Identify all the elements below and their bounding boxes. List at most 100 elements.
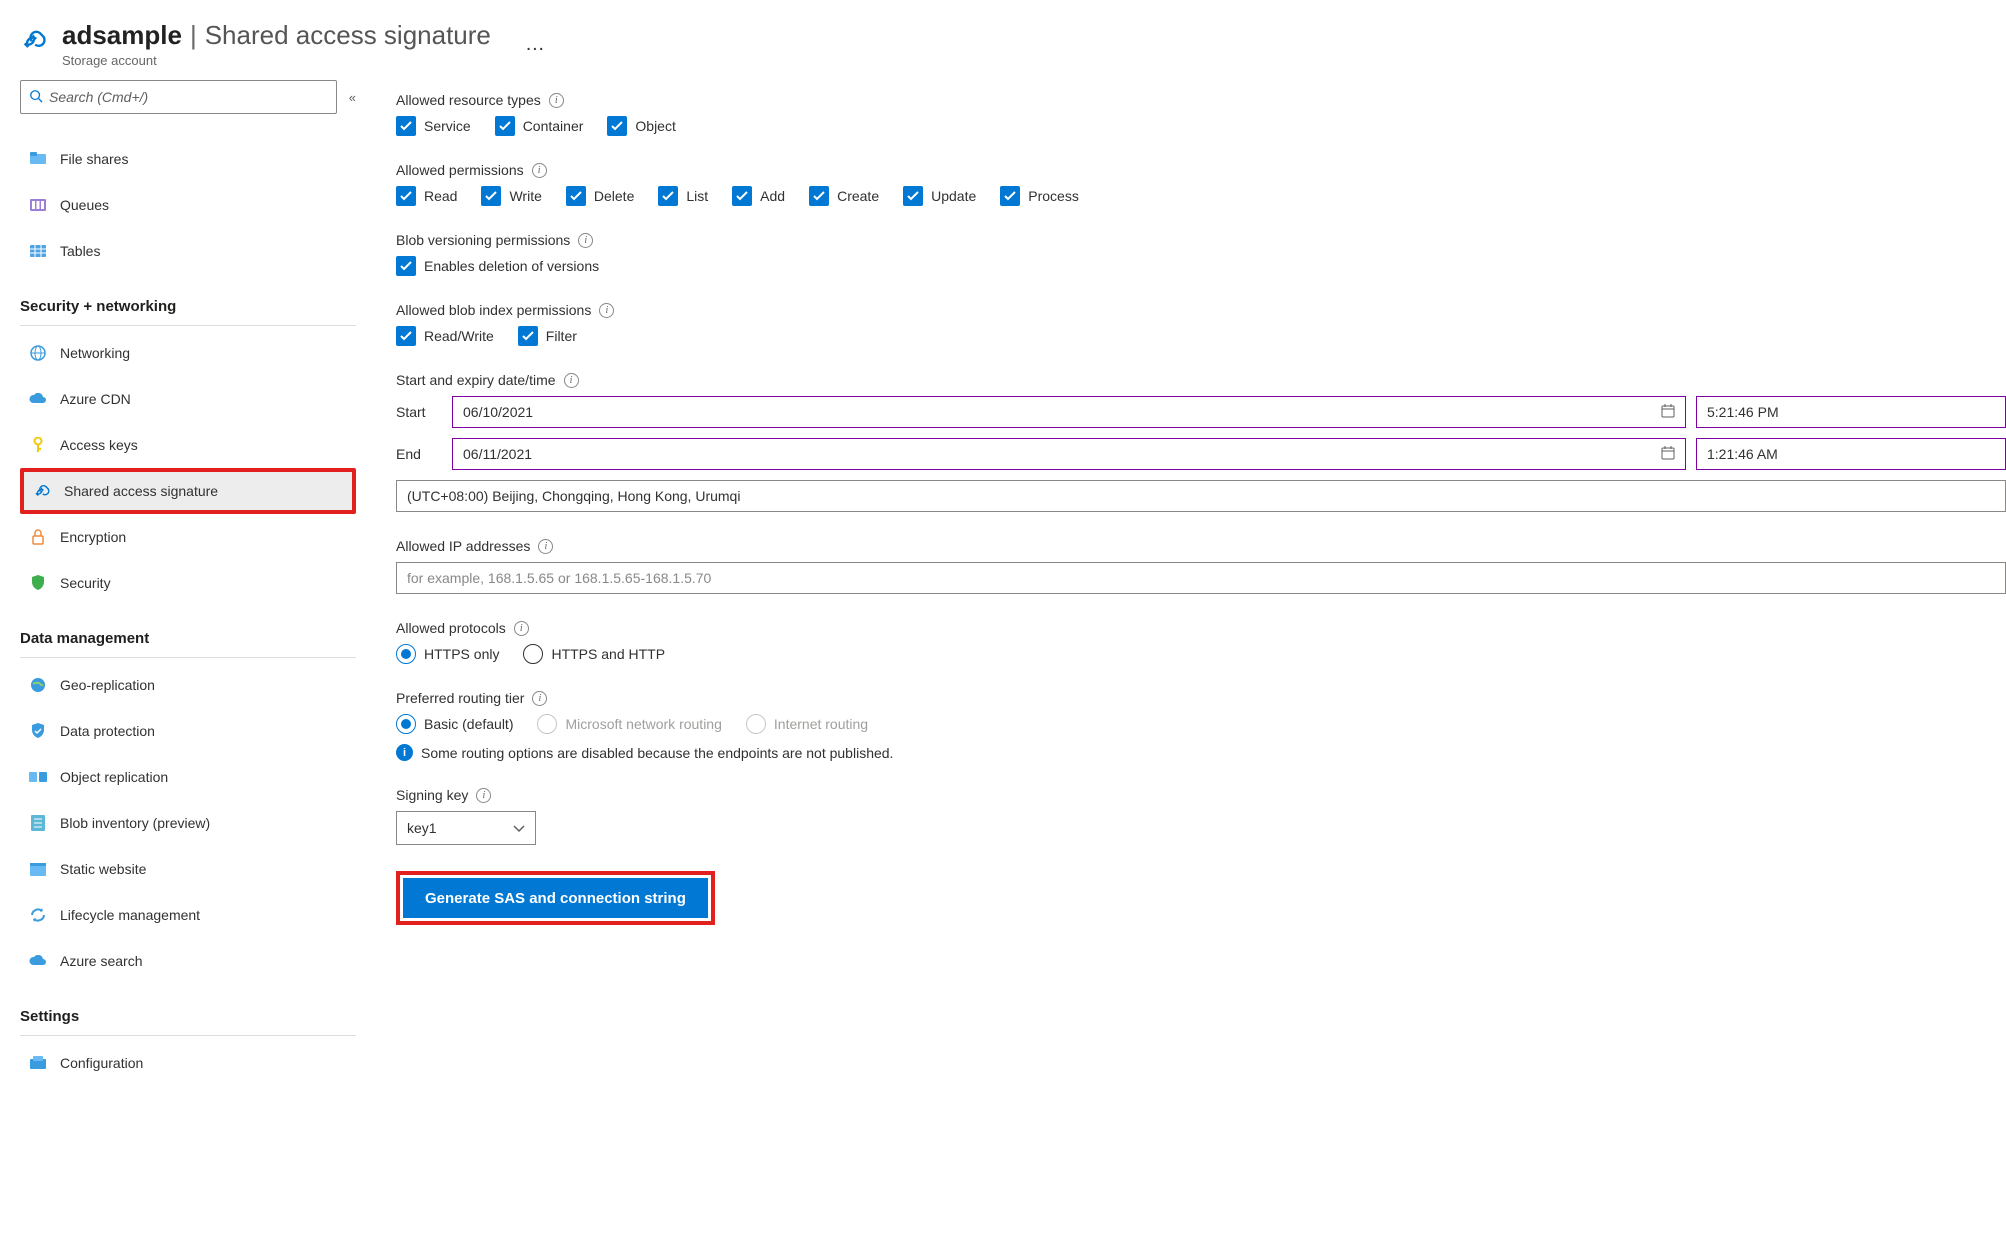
checkbox-readwrite[interactable]: Read/Write xyxy=(396,326,494,346)
sidebar-group-data-management: Data management xyxy=(20,618,356,658)
radio-https-only[interactable]: HTTPS only xyxy=(396,644,499,664)
sidebar-item-label: Lifecycle management xyxy=(60,907,200,923)
signing-key-label: Signing key xyxy=(396,787,468,803)
checkbox-enable-version-delete[interactable]: Enables deletion of versions xyxy=(396,256,599,276)
info-icon[interactable]: i xyxy=(532,163,547,178)
sidebar-item-configuration[interactable]: Configuration xyxy=(20,1040,356,1086)
end-time-input[interactable]: 1:21:46 AM xyxy=(1696,438,2006,470)
sidebar-item-azure-search[interactable]: Azure search xyxy=(20,938,356,984)
start-time-input[interactable]: 5:21:46 PM xyxy=(1696,396,2006,428)
sidebar-item-lifecycle-management[interactable]: Lifecycle management xyxy=(20,892,356,938)
timezone-value: (UTC+08:00) Beijing, Chongqing, Hong Kon… xyxy=(407,488,740,504)
checkbox-label: Container xyxy=(523,118,584,134)
sidebar-item-label: Blob inventory (preview) xyxy=(60,815,210,831)
sidebar-item-data-protection[interactable]: Data protection xyxy=(20,708,356,754)
radio-label: HTTPS only xyxy=(424,646,499,662)
radio-https-and-http[interactable]: HTTPS and HTTP xyxy=(523,644,665,664)
end-date-input[interactable]: 06/11/2021 xyxy=(452,438,1686,470)
protection-icon xyxy=(28,723,48,739)
radio-basic-default[interactable]: Basic (default) xyxy=(396,714,513,734)
radio-microsoft-routing: Microsoft network routing xyxy=(537,714,721,734)
ip-input[interactable]: for example, 168.1.5.65 or 168.1.5.65-16… xyxy=(396,562,2006,594)
checkbox-create[interactable]: Create xyxy=(809,186,879,206)
sidebar-item-security[interactable]: Security xyxy=(20,560,356,606)
sidebar-search[interactable] xyxy=(20,80,337,114)
networking-icon xyxy=(28,345,48,361)
timezone-select[interactable]: (UTC+08:00) Beijing, Chongqing, Hong Kon… xyxy=(396,480,2006,512)
generate-sas-button[interactable]: Generate SAS and connection string xyxy=(403,878,708,918)
lifecycle-icon xyxy=(28,907,48,923)
info-icon[interactable]: i xyxy=(564,373,579,388)
permissions-label: Allowed permissions xyxy=(396,162,524,178)
checkbox-add[interactable]: Add xyxy=(732,186,785,206)
sidebar-item-tables[interactable]: Tables xyxy=(20,228,356,274)
configuration-icon xyxy=(28,1056,48,1070)
checkbox-label: Filter xyxy=(546,328,577,344)
sidebar-item-label: Azure CDN xyxy=(60,391,131,407)
start-date-input[interactable]: 06/10/2021 xyxy=(452,396,1686,428)
checkbox-container[interactable]: Container xyxy=(495,116,584,136)
sidebar-group-settings: Settings xyxy=(20,996,356,1036)
info-icon[interactable]: i xyxy=(476,788,491,803)
checkbox-label: Add xyxy=(760,188,785,204)
signing-key-select[interactable]: key1 xyxy=(396,811,536,845)
checkbox-process[interactable]: Process xyxy=(1000,186,1079,206)
ip-placeholder: for example, 168.1.5.65 or 168.1.5.65-16… xyxy=(407,570,711,586)
checkbox-label: Read/Write xyxy=(424,328,494,344)
info-icon[interactable]: i xyxy=(532,691,547,706)
check-icon xyxy=(518,326,538,346)
end-time-value: 1:21:46 AM xyxy=(1707,446,1778,462)
sidebar-item-encryption[interactable]: Encryption xyxy=(20,514,356,560)
radio-circle-icon xyxy=(537,714,557,734)
sidebar-item-object-replication[interactable]: Object replication xyxy=(20,754,356,800)
more-menu-button[interactable]: … xyxy=(525,33,547,56)
blob-versioning-label: Blob versioning permissions xyxy=(396,232,570,248)
checkbox-label: Write xyxy=(509,188,541,204)
info-icon[interactable]: i xyxy=(578,233,593,248)
sidebar-item-file-shares[interactable]: File shares xyxy=(20,136,356,182)
sidebar-item-label: Shared access signature xyxy=(64,483,218,499)
info-icon[interactable]: i xyxy=(538,539,553,554)
sidebar-item-azure-cdn[interactable]: Azure CDN xyxy=(20,376,356,422)
info-icon[interactable]: i xyxy=(599,303,614,318)
sidebar-item-queues[interactable]: Queues xyxy=(20,182,356,228)
checkbox-delete[interactable]: Delete xyxy=(566,186,634,206)
sidebar-item-geo-replication[interactable]: Geo-replication xyxy=(20,662,356,708)
checkbox-write[interactable]: Write xyxy=(481,186,541,206)
cdn-icon xyxy=(28,393,48,405)
info-icon[interactable]: i xyxy=(549,93,564,108)
sidebar-item-networking[interactable]: Networking xyxy=(20,330,356,376)
sidebar-item-static-website[interactable]: Static website xyxy=(20,846,356,892)
sidebar-item-shared-access-signature[interactable]: Shared access signature xyxy=(20,468,356,514)
sidebar-item-blob-inventory[interactable]: Blob inventory (preview) xyxy=(20,800,356,846)
check-icon xyxy=(903,186,923,206)
sidebar-search-input[interactable] xyxy=(49,89,328,105)
key-icon xyxy=(28,437,48,453)
protocols-label: Allowed protocols xyxy=(396,620,506,636)
shield-icon xyxy=(28,575,48,591)
checkbox-read[interactable]: Read xyxy=(396,186,457,206)
sidebar-item-label: Geo-replication xyxy=(60,677,155,693)
ip-label: Allowed IP addresses xyxy=(396,538,530,554)
end-label: End xyxy=(396,446,442,462)
sidebar-item-access-keys[interactable]: Access keys xyxy=(20,422,356,468)
main-content: Allowed resource types i Service Contain… xyxy=(370,80,2006,1086)
page-title: Shared access signature xyxy=(205,20,491,51)
checkbox-list[interactable]: List xyxy=(658,186,708,206)
checkbox-object[interactable]: Object xyxy=(607,116,675,136)
info-icon[interactable]: i xyxy=(514,621,529,636)
check-icon xyxy=(481,186,501,206)
datetime-label: Start and expiry date/time xyxy=(396,372,556,388)
check-icon xyxy=(396,326,416,346)
checkbox-service[interactable]: Service xyxy=(396,116,471,136)
radio-circle-icon xyxy=(396,714,416,734)
tables-icon xyxy=(28,245,48,257)
file-shares-icon xyxy=(28,152,48,166)
collapse-sidebar-button[interactable]: « xyxy=(349,90,356,105)
routing-label: Preferred routing tier xyxy=(396,690,524,706)
resource-name: adsample xyxy=(62,20,182,51)
sidebar-item-label: Object replication xyxy=(60,769,168,785)
checkbox-filter[interactable]: Filter xyxy=(518,326,577,346)
checkbox-label: List xyxy=(686,188,708,204)
checkbox-update[interactable]: Update xyxy=(903,186,976,206)
